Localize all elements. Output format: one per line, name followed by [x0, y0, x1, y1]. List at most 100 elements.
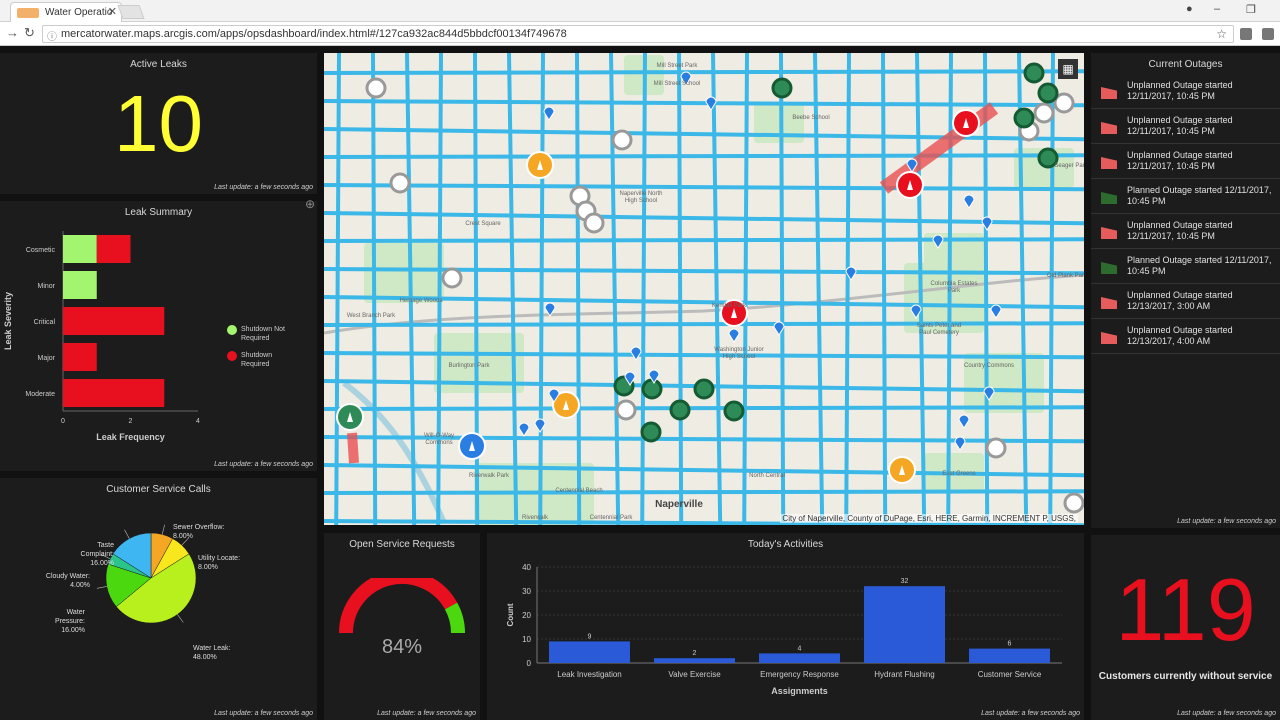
bar [63, 307, 165, 335]
category-label: Minor [37, 283, 55, 290]
outage-area [347, 432, 359, 464]
tab-title: Water Operatio [45, 7, 113, 18]
last-update: Last update: a few seconds ago [214, 184, 313, 191]
minimize-icon[interactable]: – [1214, 3, 1220, 15]
outage-item[interactable]: Unplanned Outage started 12/11/2017, 10:… [1091, 145, 1280, 179]
map-place-label: West Branch Park [346, 313, 396, 319]
map-view[interactable]: Mill Street Park Mill Street School Beebe … [324, 53, 1084, 525]
restore-icon[interactable]: ❐ [1246, 3, 1256, 16]
outage-item[interactable]: Unplanned Outage started 12/13/2017, 4:0… [1091, 320, 1280, 354]
asset-marker [985, 437, 1007, 459]
customers-out-label: Customers currently without service [1098, 671, 1273, 682]
outage-item[interactable]: Unplanned Outage started 12/11/2017, 10:… [1091, 75, 1280, 109]
customer-calls-pie [96, 524, 197, 624]
water-main [844, 53, 851, 525]
data-label: 4 [798, 645, 802, 652]
expand-icon[interactable]: ⊕ [305, 197, 315, 211]
forward-icon[interactable]: → [6, 25, 19, 40]
outages-panel: Current Outages Unplanned Outage started… [1091, 53, 1280, 528]
y-axis-label: Count [506, 603, 515, 626]
asset-marker [641, 378, 663, 400]
water-main [436, 53, 443, 525]
bar [96, 235, 131, 263]
legend-marker [227, 351, 237, 361]
service-request-pin [518, 422, 530, 437]
asset-marker [1063, 492, 1084, 514]
water-main [324, 211, 1084, 226]
map-place-label: Columbia Estates Park [930, 281, 978, 294]
last-update: Last update: a few seconds ago [1177, 710, 1276, 717]
service-request-pin [981, 216, 993, 231]
bookmark-star-icon[interactable]: ☆ [1216, 27, 1227, 41]
activities-panel: Today's Activities 0 10 20 30 40 9 Leak Invest… [487, 533, 1084, 720]
outage-flag-icon [1101, 297, 1117, 309]
legend-label: Shutdown Not Required [241, 326, 285, 342]
browser-toolbar: → ↻ ⓘ mercatorwater.maps.arcgis.com/apps… [0, 22, 1280, 46]
profile-icon[interactable]: ● [1186, 3, 1193, 15]
map-place-label: Mill Street School [653, 81, 701, 87]
bar [549, 641, 630, 663]
asset-marker [615, 399, 637, 421]
info-icon[interactable]: ⓘ [47, 28, 57, 43]
browser-tab[interactable]: Water Operatio ✕ [10, 2, 122, 22]
asset-marker [1013, 107, 1035, 129]
water-main [711, 53, 723, 525]
map-place-label: Saints Peter and Paul Cemetery [916, 323, 962, 336]
y-tick-label: 0 [527, 659, 532, 668]
bar [759, 653, 840, 663]
map-place-label: Old Plank Park [1046, 273, 1084, 279]
category-label: Leak Investigation [557, 670, 622, 679]
bar [654, 658, 735, 663]
water-main [609, 53, 621, 525]
pie-label-pressure: Water Pressure: 16.00% [55, 609, 85, 634]
last-update: Last update: a few seconds ago [214, 461, 313, 468]
basemap-toggle-icon[interactable]: ▦ [1058, 59, 1078, 79]
outage-flag-icon [1101, 122, 1117, 134]
outage-flag-icon [1101, 157, 1117, 169]
map-attribution: City of Naperville, County of DuPage, Es… [780, 514, 1078, 523]
pie-label-sewer: Sewer Overflow: 8.00% [173, 524, 225, 540]
outage-item[interactable]: Planned Outage started 12/11/2017, 10:45… [1091, 180, 1280, 214]
park-area [964, 353, 1044, 413]
asset-marker [1023, 62, 1045, 84]
category-label: Cosmetic [26, 247, 56, 254]
extension-icon[interactable] [1240, 28, 1252, 40]
close-tab-icon[interactable]: ✕ [108, 5, 117, 18]
map-place-label: Beebe School [792, 115, 830, 121]
water-main [324, 153, 1084, 159]
favicon-icon [17, 8, 39, 18]
outage-text: Unplanned Outage started 12/11/2017, 10:… [1127, 220, 1233, 241]
asset-marker [441, 267, 463, 289]
gauge-remainder [444, 602, 465, 634]
outage-item[interactable]: Unplanned Outage started 12/11/2017, 10:… [1091, 110, 1280, 144]
map-place-label: Seager Park [1054, 163, 1084, 169]
customers-out-panel: 119 Customers currently without service … [1091, 535, 1280, 720]
map-place-label: Riverwalk [521, 515, 548, 521]
reload-icon[interactable]: ↻ [24, 25, 35, 41]
outage-item[interactable]: Unplanned Outage started 12/13/2017, 3:0… [1091, 285, 1280, 319]
asset-marker [389, 172, 411, 194]
outage-item[interactable]: Unplanned Outage started 12/11/2017, 10:… [1091, 215, 1280, 249]
activities-chart: 0 10 20 30 40 9 Leak Investigation 2 Valve Exerc… [506, 563, 1062, 696]
outage-flag-icon [1101, 262, 1117, 274]
address-bar[interactable]: ⓘ mercatorwater.maps.arcgis.com/apps/ops… [42, 25, 1234, 43]
map-place-label: North Central [749, 473, 785, 479]
water-main [371, 53, 378, 525]
outage-text: Unplanned Outage started 12/11/2017, 10:… [1127, 150, 1233, 171]
data-label: 32 [901, 578, 909, 585]
last-update: Last update: a few seconds ago [214, 710, 313, 717]
y-tick-label: 10 [522, 635, 531, 644]
asset-marker [365, 77, 387, 99]
new-tab-button[interactable] [117, 5, 145, 19]
outage-flag-icon [1101, 192, 1117, 204]
service-request-pin [963, 194, 975, 209]
data-label: 6 [1008, 641, 1012, 648]
map-place-label: Burlington Park [448, 363, 490, 369]
menu-icon[interactable] [1262, 28, 1274, 40]
customer-calls-title: Customer Service Calls [106, 484, 211, 495]
outage-item[interactable]: Planned Outage started 12/11/2017, 10:45… [1091, 250, 1280, 284]
map-place-label: Washington Junior High School [714, 347, 764, 360]
customers-out-value: 119 [1115, 560, 1256, 659]
bar [969, 648, 1050, 663]
map-place-label: Mill Street Park [656, 63, 698, 69]
